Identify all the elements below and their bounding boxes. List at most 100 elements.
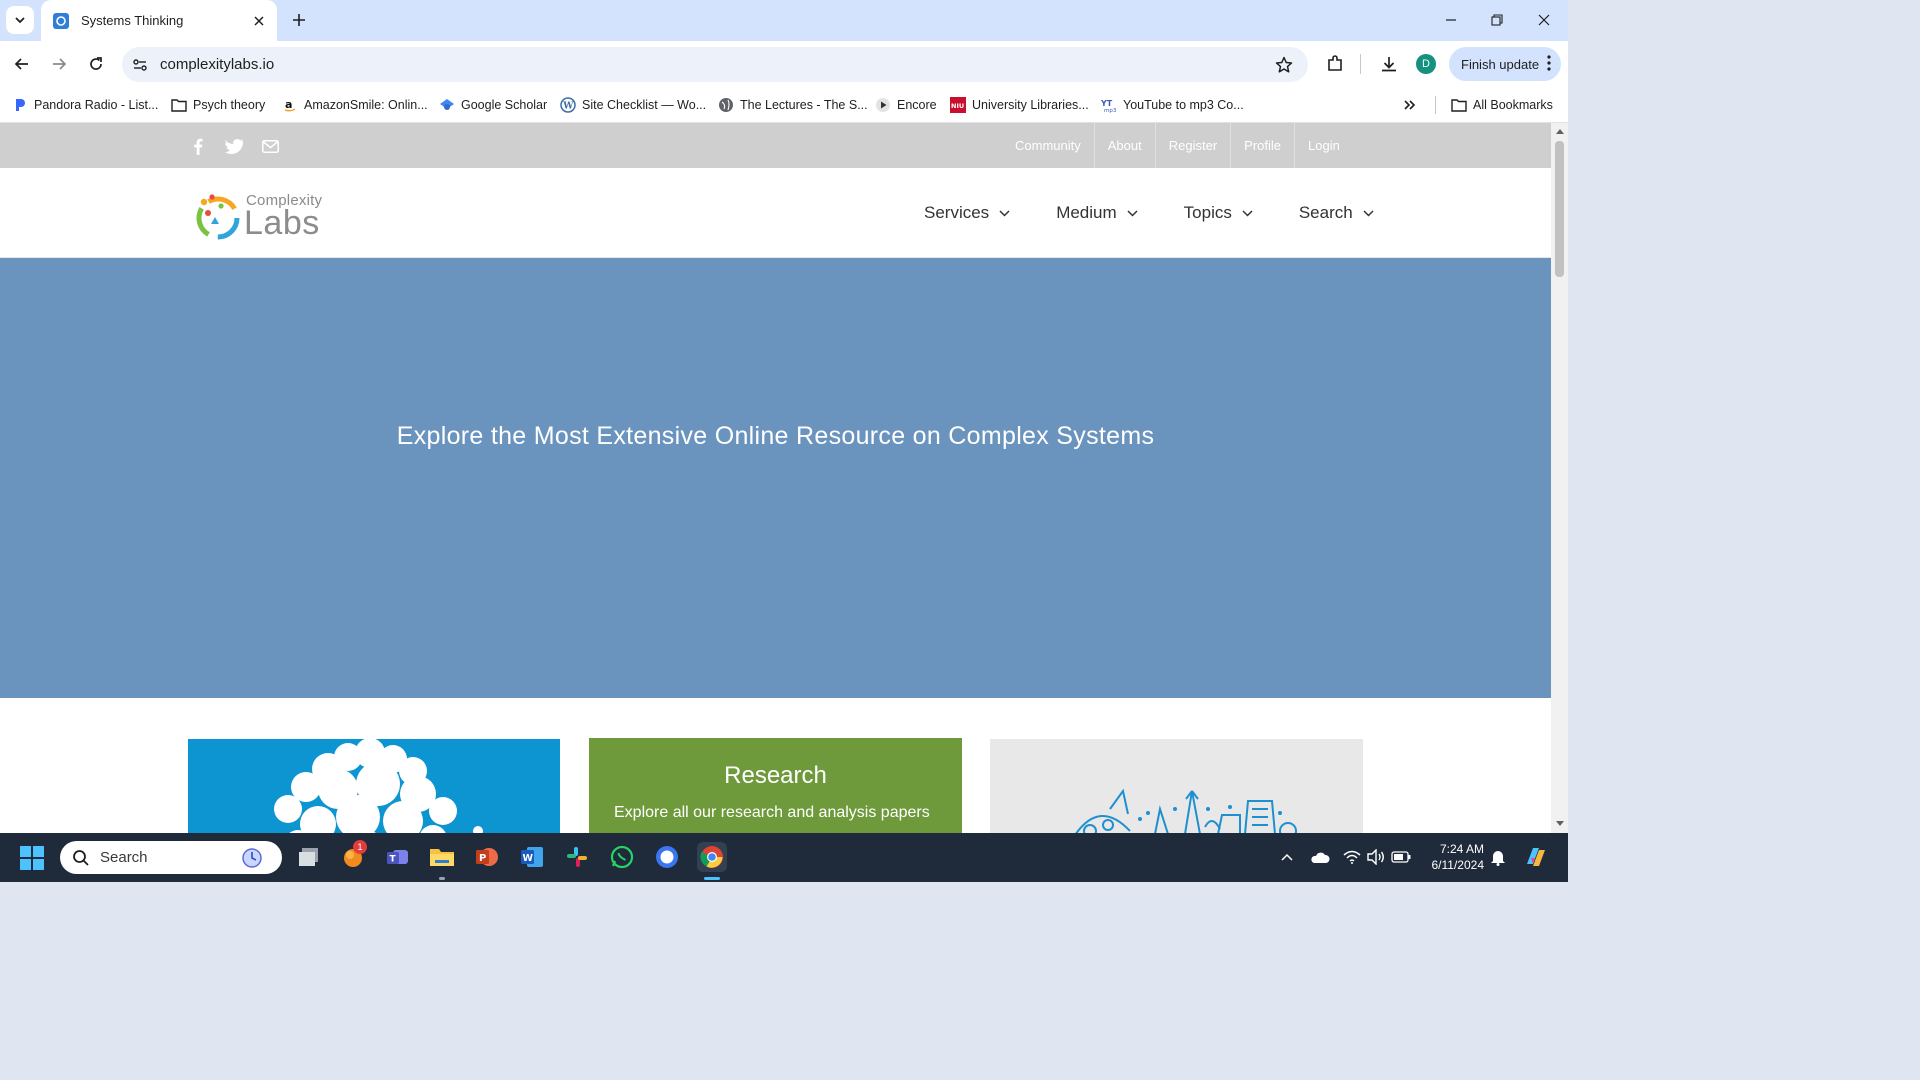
taskbar-app-signal[interactable] bbox=[652, 842, 682, 872]
bookmark-site-checklist[interactable]: W Site Checklist — Wo... bbox=[560, 94, 706, 116]
bookmarks-bar: Pandora Radio - List... Psych theory a A… bbox=[0, 87, 1568, 123]
file-explorer-running-indicator bbox=[439, 877, 445, 880]
bookmark-encore[interactable]: Encore bbox=[875, 94, 937, 116]
bookmark-the-lectures[interactable]: The Lectures - The S... bbox=[718, 94, 868, 116]
clock-time: 7:24 AM bbox=[1439, 842, 1484, 856]
scroll-down-arrow-icon[interactable] bbox=[1555, 819, 1564, 828]
bookmark-google-scholar[interactable]: Google Scholar bbox=[439, 94, 547, 116]
bookmark-university-libraries[interactable]: NIU University Libraries... bbox=[950, 94, 1089, 116]
taskbar-app-teams[interactable]: T bbox=[383, 842, 413, 872]
new-tab-button[interactable] bbox=[288, 9, 310, 31]
scroll-up-arrow-icon[interactable] bbox=[1555, 127, 1564, 136]
notification-badge: 1 bbox=[353, 840, 367, 854]
nav-search[interactable]: Search bbox=[1299, 203, 1375, 223]
svg-text:mp3: mp3 bbox=[1104, 108, 1117, 113]
taskbar-app-word[interactable]: W bbox=[517, 842, 547, 872]
main-navigation: Services Medium Topics Search bbox=[924, 203, 1420, 223]
site-settings-icon[interactable] bbox=[130, 55, 150, 75]
onedrive-icon[interactable] bbox=[1310, 847, 1330, 867]
toplink-register[interactable]: Register bbox=[1156, 123, 1232, 168]
toplink-about[interactable]: About bbox=[1095, 123, 1156, 168]
chevron-down-icon bbox=[15, 17, 25, 24]
task-view-icon bbox=[299, 848, 318, 866]
reload-button[interactable] bbox=[82, 50, 110, 78]
feature-card-tree[interactable] bbox=[188, 739, 560, 833]
back-button[interactable] bbox=[8, 50, 36, 78]
more-bookmarks-button[interactable] bbox=[1403, 94, 1417, 116]
nav-topics[interactable]: Topics bbox=[1184, 203, 1254, 223]
site-logo[interactable]: Complexity Labs bbox=[194, 190, 326, 240]
site-topbar: Community About Register Profile Login bbox=[0, 123, 1551, 168]
page-scrollbar[interactable] bbox=[1551, 123, 1568, 833]
taskbar-app-slack[interactable] bbox=[562, 842, 592, 872]
chrome-icon bbox=[700, 846, 723, 868]
copilot-icon[interactable] bbox=[1523, 844, 1549, 870]
nav-label: Medium bbox=[1056, 203, 1117, 222]
twitter-icon[interactable] bbox=[224, 136, 244, 156]
tab-search-button[interactable] bbox=[6, 6, 34, 34]
bookmark-label: Psych theory bbox=[193, 98, 266, 112]
all-bookmarks-button[interactable]: All Bookmarks bbox=[1451, 94, 1553, 116]
bookmark-star-icon[interactable] bbox=[1274, 55, 1294, 75]
download-icon bbox=[1382, 57, 1396, 72]
show-hidden-icons-button[interactable] bbox=[1277, 847, 1297, 867]
feature-card-research[interactable]: Research Explore all our research and an… bbox=[589, 738, 962, 833]
scroll-thumb[interactable] bbox=[1555, 141, 1564, 277]
taskbar-app-whatsapp[interactable] bbox=[607, 842, 637, 872]
complexity-labs-logo-mark bbox=[196, 194, 240, 240]
nav-services[interactable]: Services bbox=[924, 203, 1011, 223]
extensions-button[interactable] bbox=[1323, 52, 1347, 76]
forward-button[interactable] bbox=[45, 50, 73, 78]
feature-card-sketch[interactable] bbox=[990, 739, 1363, 833]
card-title: Research bbox=[724, 762, 827, 789]
volume-icon[interactable] bbox=[1366, 847, 1386, 867]
svg-text:T: T bbox=[390, 855, 397, 865]
taskbar-app-file-explorer[interactable] bbox=[427, 842, 457, 872]
bookmark-youtube-to-mp3[interactable]: YT mp3 YouTube to mp3 Co... bbox=[1101, 94, 1244, 116]
restore-button[interactable] bbox=[1484, 8, 1510, 32]
email-icon[interactable] bbox=[260, 136, 280, 156]
toplink-profile[interactable]: Profile bbox=[1231, 123, 1296, 168]
bookmark-label: Encore bbox=[897, 98, 937, 112]
toplink-login[interactable]: Login bbox=[1295, 123, 1353, 168]
hero-banner: Explore the Most Extensive Online Resour… bbox=[0, 258, 1551, 698]
bookmark-label: AmazonSmile: Onlin... bbox=[304, 98, 428, 112]
facebook-icon[interactable] bbox=[188, 136, 208, 156]
downloads-button[interactable] bbox=[1377, 52, 1401, 76]
taskbar-app-chrome[interactable] bbox=[697, 842, 727, 872]
bookmark-pandora[interactable]: Pandora Radio - List... bbox=[12, 94, 158, 116]
word-icon: W bbox=[521, 847, 543, 867]
forward-arrow-icon bbox=[53, 58, 67, 70]
address-bar[interactable]: complexitylabs.io bbox=[122, 47, 1308, 82]
svg-text:P: P bbox=[479, 853, 486, 864]
minimize-button[interactable] bbox=[1438, 8, 1464, 32]
battery-icon[interactable] bbox=[1391, 847, 1411, 867]
svg-text:NIU: NIU bbox=[951, 102, 964, 110]
profile-avatar[interactable]: D bbox=[1416, 54, 1436, 74]
bookmark-psych-theory[interactable]: Psych theory bbox=[171, 94, 265, 116]
logo-text-main: Labs bbox=[244, 204, 320, 242]
tab-title: Systems Thinking bbox=[81, 13, 184, 28]
taskbar-search-box[interactable]: Search bbox=[60, 841, 282, 874]
close-window-button[interactable] bbox=[1531, 8, 1557, 32]
bookmark-amazonsmile[interactable]: a AmazonSmile: Onlin... bbox=[282, 94, 428, 116]
svg-text:YT: YT bbox=[1101, 99, 1113, 108]
folder-icon bbox=[430, 849, 454, 866]
finish-update-button[interactable]: Finish update bbox=[1449, 47, 1561, 81]
close-tab-icon[interactable] bbox=[251, 13, 267, 29]
toplink-community[interactable]: Community bbox=[1002, 123, 1095, 168]
search-highlight-icon bbox=[240, 846, 264, 875]
taskbar-app-powerpoint[interactable]: P bbox=[472, 842, 502, 872]
notifications-bell-icon[interactable] bbox=[1488, 847, 1508, 867]
windows-taskbar: Search 1 T P W 7:24 AM 6/11/2024 bbox=[0, 833, 1568, 882]
task-view-button[interactable] bbox=[294, 842, 324, 872]
wifi-icon[interactable] bbox=[1342, 847, 1362, 867]
search-icon bbox=[73, 849, 89, 866]
nav-medium[interactable]: Medium bbox=[1056, 203, 1138, 223]
more-vertical-icon bbox=[1547, 55, 1551, 71]
browser-tab[interactable]: Systems Thinking bbox=[41, 0, 277, 41]
system-clock[interactable]: 7:24 AM 6/11/2024 bbox=[1420, 841, 1485, 873]
close-icon bbox=[1538, 14, 1550, 26]
windows-logo-icon bbox=[20, 846, 44, 870]
windows-start-button[interactable] bbox=[20, 846, 44, 870]
